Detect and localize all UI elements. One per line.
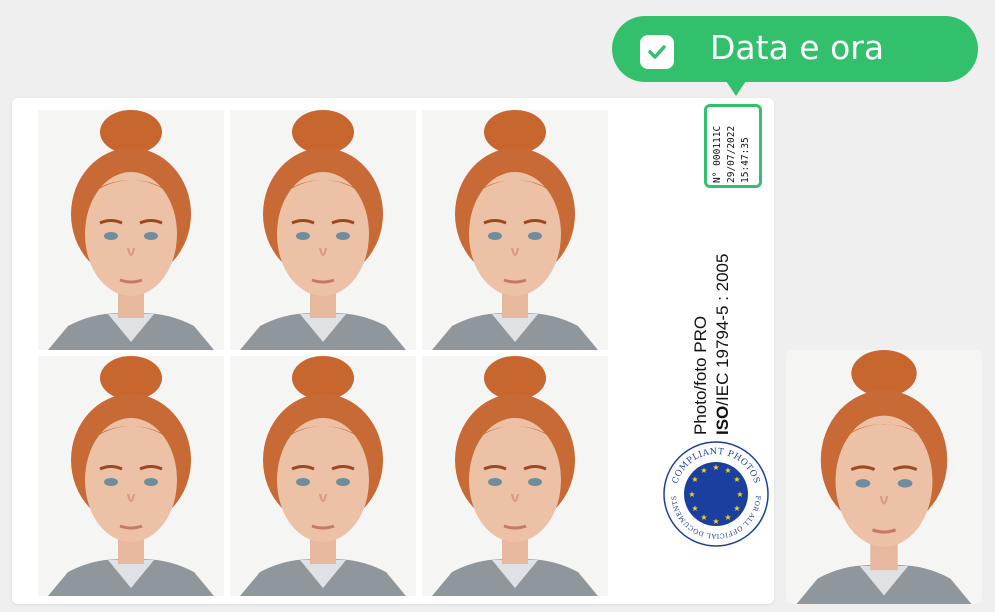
photo-sheet xyxy=(12,98,774,604)
stamp-text: N° 000111C 29/07/2022 15:47:35 xyxy=(711,111,757,183)
portrait-illustration xyxy=(422,110,608,350)
datetime-stamp: N° 000111C 29/07/2022 15:47:35 xyxy=(704,104,762,188)
eu-compliance-seal: ★ ★ ★ ★ ★ ★ ★ ★ ★ ★ ★ ★ COMPLIANT PHOTOS… xyxy=(662,440,770,548)
svg-text:★: ★ xyxy=(700,513,707,522)
svg-text:★: ★ xyxy=(724,466,731,475)
iso-label: ISO xyxy=(713,405,732,435)
certification-text: Photo/foto PRO ISO/IEC 19794-5 : 2005 xyxy=(690,220,750,435)
portrait-illustration xyxy=(230,110,416,350)
sheet-title: Photo/foto PRO xyxy=(691,315,710,435)
svg-text:★: ★ xyxy=(688,490,695,499)
stamp-number: N° 000111C xyxy=(712,125,723,183)
stamp-time: 15:47:35 xyxy=(740,137,751,183)
iso-standard-number: /IEC 19794-5 : 2005 xyxy=(713,253,732,406)
svg-text:★: ★ xyxy=(733,504,740,513)
single-portrait-photo xyxy=(786,350,982,604)
svg-text:★: ★ xyxy=(691,475,698,484)
portrait-illustration xyxy=(422,356,608,596)
portrait-photo xyxy=(230,356,416,596)
stamp-date: 29/07/2022 xyxy=(726,125,737,183)
rotated-text-block: Photo/foto PRO ISO/IEC 19794-5 : 2005 xyxy=(690,220,750,435)
svg-text:★: ★ xyxy=(712,517,719,526)
svg-text:★: ★ xyxy=(736,490,743,499)
svg-text:★: ★ xyxy=(691,504,698,513)
svg-text:★: ★ xyxy=(712,463,719,472)
portrait-illustration xyxy=(786,350,982,604)
portrait-photo xyxy=(230,110,416,350)
portrait-photo xyxy=(38,110,224,350)
svg-text:★: ★ xyxy=(733,475,740,484)
check-icon xyxy=(640,35,674,69)
svg-text:★: ★ xyxy=(700,466,707,475)
callout-pointer xyxy=(724,78,748,96)
svg-text:★: ★ xyxy=(724,513,731,522)
callout-label: Data e ora xyxy=(710,28,885,67)
portrait-photo xyxy=(422,110,608,350)
iso-standard: ISO/IEC 19794-5 : 2005 xyxy=(712,220,734,435)
portrait-illustration xyxy=(38,110,224,350)
portrait-photo xyxy=(38,356,224,596)
portrait-illustration xyxy=(38,356,224,596)
portrait-photo xyxy=(422,356,608,596)
portrait-illustration xyxy=(230,356,416,596)
